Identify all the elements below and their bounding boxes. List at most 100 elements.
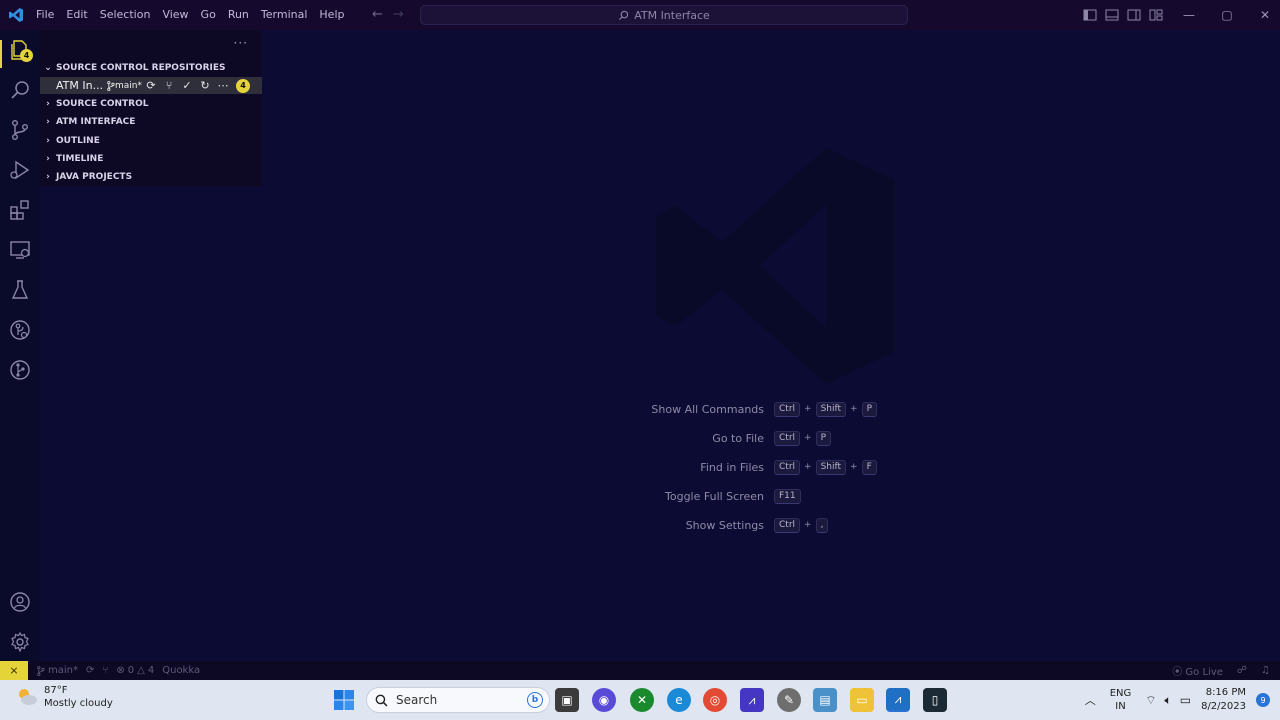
volume-icon[interactable]: 🔈︎ — [1165, 693, 1172, 708]
xbox-icon[interactable]: ✕ — [630, 688, 654, 712]
menu-file[interactable]: File — [30, 0, 60, 30]
status-branch[interactable]: main* — [36, 665, 78, 676]
chrome-browser-icon[interactable]: ◎ — [703, 688, 727, 712]
shortcut-toggle-full-screen: Toggle Full Screen F11 — [560, 488, 960, 504]
status-quokka[interactable]: Quokka — [162, 665, 200, 676]
error-icon: ⊗ — [116, 665, 125, 676]
section-outline[interactable]: › OUTLINE — [40, 132, 262, 150]
menu-help[interactable]: Help — [313, 0, 350, 30]
chevron-right-icon: › — [46, 172, 50, 182]
teams-chat-icon[interactable]: ◉ — [592, 688, 616, 712]
commit-graph-icon[interactable]: ⑂ — [160, 77, 178, 94]
shortcut-go-to-file: Go to File Ctrl + P — [560, 430, 960, 446]
section-timeline[interactable]: › TIMELINE — [40, 150, 262, 168]
task-view-icon[interactable]: ▣ — [555, 688, 579, 712]
status-sync[interactable]: ⟳ — [86, 665, 94, 676]
sync-icon[interactable]: ⟳ — [142, 77, 160, 94]
vscode-taskbar-icon[interactable]: ⩘ — [886, 688, 910, 712]
remote-indicator-button[interactable]: ⨯ — [0, 661, 28, 680]
edge-browser-icon[interactable]: e — [667, 688, 691, 712]
toggle-secondary-sidebar-icon[interactable] — [1126, 7, 1142, 23]
repository-branch[interactable]: main* — [106, 81, 142, 91]
status-right: ⦿ Go Live ☍ ♫ — [1172, 661, 1270, 680]
account-icon[interactable] — [8, 590, 32, 614]
quokka-label: Quokka — [162, 665, 201, 676]
sync-icon: ⟳ — [86, 665, 95, 676]
source-control-icon[interactable] — [8, 118, 32, 142]
more-icon[interactable]: ⋯ — [214, 77, 232, 94]
feedback-icon[interactable]: ☍ — [1237, 665, 1247, 676]
section-java-projects[interactable]: › JAVA PROJECTS — [40, 168, 262, 186]
weather-widget[interactable]: 87°F Mostly cloudy — [16, 684, 113, 710]
notification-center-badge[interactable]: 9 — [1256, 693, 1270, 707]
control-panel-icon[interactable]: ▤ — [813, 688, 837, 712]
run-debug-icon[interactable] — [8, 158, 32, 182]
wifi-icon[interactable]: ⌔ — [1145, 693, 1156, 708]
shortcut-find-in-files: Find in Files Ctrl + Shift + F — [560, 459, 960, 475]
gitlens-icon[interactable] — [8, 318, 32, 342]
status-git-graph[interactable]: ⑂ — [102, 665, 108, 676]
section-label: ATM INTERFACE — [56, 117, 136, 127]
commit-check-icon[interactable]: ✓ — [178, 77, 196, 94]
more-actions-icon[interactable]: ··· — [234, 36, 248, 50]
weather-temperature: 87°F — [44, 685, 68, 696]
settings-gear-icon[interactable] — [8, 630, 32, 654]
windows-start-icon[interactable] — [333, 689, 355, 711]
toggle-primary-sidebar-icon[interactable] — [1082, 7, 1098, 23]
language-line1: ENG — [1109, 688, 1132, 699]
status-problems[interactable]: ⊗ 0 △ 4 — [116, 665, 154, 676]
minimize-button[interactable]: — — [1170, 0, 1208, 30]
vscode-watermark-icon — [656, 148, 894, 384]
file-explorer-icon[interactable]: ▭ — [850, 688, 874, 712]
chevron-right-icon: › — [46, 99, 50, 109]
git-graph-icon[interactable] — [8, 358, 32, 382]
search-icon — [619, 10, 629, 20]
battery-icon[interactable]: ▭ — [1180, 693, 1191, 707]
menu-run[interactable]: Run — [222, 0, 255, 30]
search-icon[interactable] — [8, 78, 32, 102]
bing-icon: b — [527, 692, 543, 708]
repository-name: ATM In... — [56, 79, 102, 92]
menu-view[interactable]: View — [156, 0, 194, 30]
command-center[interactable]: ATM Interface — [420, 5, 908, 25]
title-bar: File Edit Selection View Go Run Terminal… — [0, 0, 1280, 30]
chevron-up-icon[interactable]: ︿ — [1085, 692, 1096, 708]
section-source-control[interactable]: › SOURCE CONTROL — [40, 95, 262, 113]
visual-studio-app-icon[interactable]: ⩘ — [740, 688, 764, 712]
status-bar: ⨯ main* ⟳ ⑂ ⊗ 0 △ 4 Quokka ⦿ Go Live ☍ ♫ — [0, 661, 1280, 680]
clock-date: 8/2/2023 — [1201, 701, 1246, 712]
notifications-bell-icon[interactable]: ♫ — [1261, 665, 1270, 676]
command-center-label: ATM Interface — [634, 8, 710, 22]
language-line2: IN — [1115, 701, 1126, 712]
testing-icon[interactable] — [8, 278, 32, 302]
customize-layout-icon[interactable] — [1148, 7, 1164, 23]
extensions-icon[interactable] — [8, 198, 32, 222]
menu-edit[interactable]: Edit — [60, 0, 93, 30]
maximize-button[interactable]: ▢ — [1208, 0, 1246, 30]
inkscape-app-icon[interactable]: ✎ — [777, 688, 801, 712]
menu-bar: File Edit Selection View Go Run Terminal… — [30, 0, 350, 30]
refresh-icon[interactable]: ↻ — [196, 77, 214, 94]
menu-selection[interactable]: Selection — [94, 0, 157, 30]
vscode-logo-icon[interactable] — [8, 7, 24, 23]
status-go-live[interactable]: ⦿ Go Live — [1172, 663, 1223, 678]
language-indicator[interactable]: ENG IN — [1110, 687, 1132, 713]
taskbar-search[interactable]: Search b — [366, 687, 550, 713]
source-control-sidebar: ··· ⌄ SOURCE CONTROL REPOSITORIES ATM In… — [40, 30, 262, 186]
navigation-arrows: ← → — [372, 7, 404, 22]
menu-go[interactable]: Go — [195, 0, 222, 30]
menu-terminal[interactable]: Terminal — [255, 0, 314, 30]
terminal-app-icon[interactable]: ▯ — [923, 688, 947, 712]
forward-arrow-icon[interactable]: → — [393, 7, 404, 22]
clock[interactable]: 8:16 PM 8/2/2023 — [1201, 686, 1246, 714]
toggle-panel-icon[interactable] — [1104, 7, 1120, 23]
remote-icon: ⨯ — [9, 664, 19, 677]
section-source-control-repositories[interactable]: ⌄ SOURCE CONTROL REPOSITORIES — [40, 59, 262, 77]
repository-row[interactable]: ATM In... main* ⟳ ⑂ ✓ ↻ ⋯ 4 — [40, 77, 262, 94]
branch-label: main* — [115, 80, 142, 91]
remote-explorer-icon[interactable] — [8, 238, 32, 262]
close-button[interactable]: ✕ — [1246, 0, 1280, 30]
section-atm-interface[interactable]: › ATM INTERFACE — [40, 113, 262, 131]
back-arrow-icon[interactable]: ← — [372, 7, 383, 22]
section-label: SOURCE CONTROL REPOSITORIES — [56, 63, 226, 73]
